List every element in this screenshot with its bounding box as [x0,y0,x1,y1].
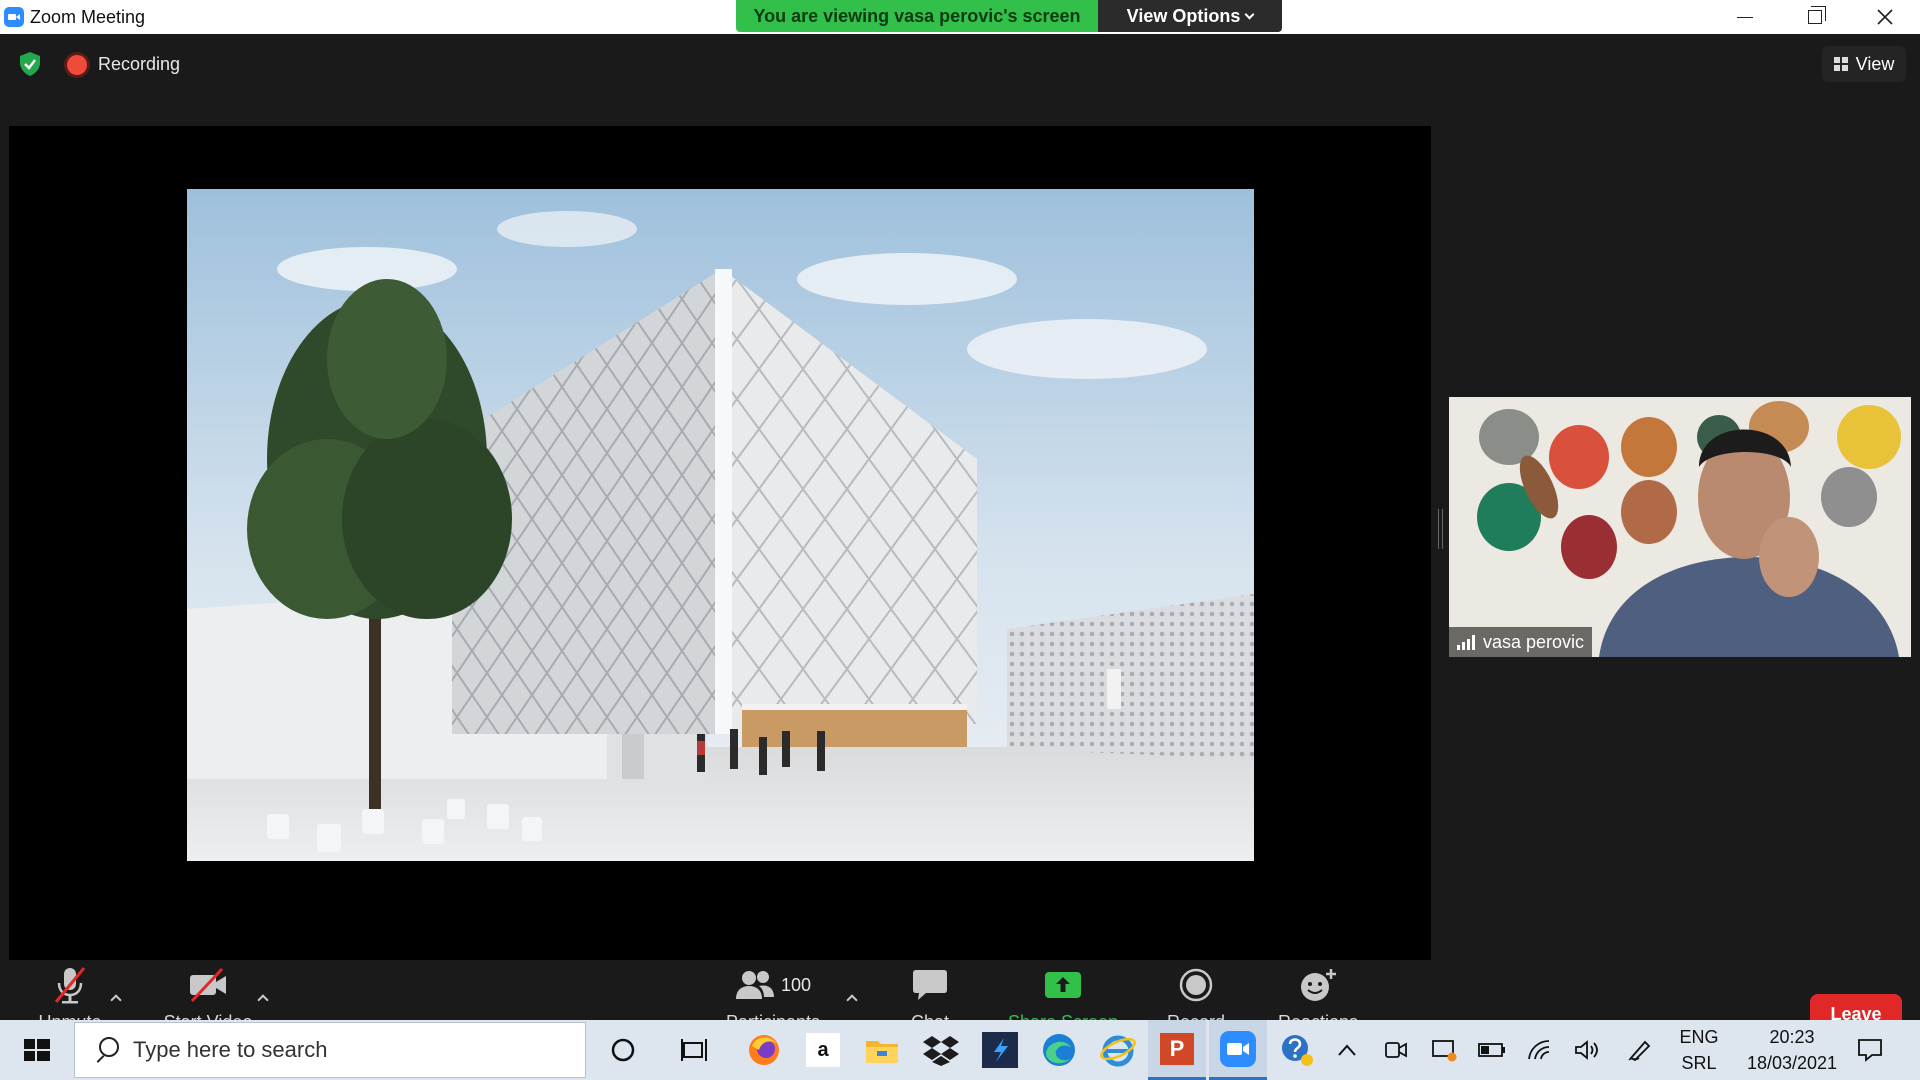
view-label: View [1855,53,1895,74]
battery-button[interactable] [1468,1020,1516,1080]
volume-button[interactable] [1564,1020,1612,1080]
window-title: Zoom Meeting [30,7,146,27]
muted-microphone-icon [54,967,86,1004]
file-explorer-button[interactable] [853,1020,911,1080]
input-language-indicator[interactable]: ENG SRL [1676,1020,1722,1080]
video-options-caret-icon[interactable] [257,994,269,1006]
participants-options-caret-icon[interactable] [846,994,858,1006]
audio-options-caret-icon[interactable] [110,994,122,1006]
signal-strength-icon [1457,634,1475,650]
pen-icon [1628,1040,1651,1062]
windows-start-icon[interactable] [14,1034,60,1066]
minimize-icon [1737,16,1753,18]
search-icon [93,1037,119,1063]
show-hidden-icons-button[interactable] [1322,1020,1372,1080]
close-icon [1877,9,1893,25]
language-code: ENG [1679,1027,1719,1047]
recording-label: Recording [98,54,181,74]
taskbar-clock[interactable]: 20:23 18/03/2021 [1742,1020,1842,1080]
help-button[interactable] [1272,1020,1322,1080]
internet-explorer-icon [1100,1035,1136,1067]
security-shield-icon[interactable] [18,51,42,77]
close-button[interactable] [1850,0,1920,34]
amazon-icon: a [806,1033,840,1067]
restore-button[interactable] [1780,0,1850,34]
help-question-icon [1282,1035,1313,1066]
firefox-icon [749,1035,779,1065]
powerpoint-glyph: P [1169,1035,1185,1061]
battery-icon [1478,1043,1505,1057]
render-illustration [187,189,1254,861]
participants-count: 100 [780,974,812,995]
cortana-icon [611,1038,635,1062]
notifications-button[interactable] [1842,1020,1898,1080]
title-bar: Zoom Meeting You are viewing vasa perovi… [0,0,1920,34]
update-tray-button[interactable] [1420,1020,1468,1080]
participants-icon [735,971,774,999]
app-icon [982,1032,1018,1068]
shared-screen[interactable] [9,126,1431,961]
architectural-render-image [187,189,1254,861]
amazon-glyph: a [817,1038,829,1061]
participant-video-image [1449,397,1911,657]
view-options-button[interactable]: View Options [1098,0,1282,32]
clock-time: 20:23 [1769,1027,1815,1047]
zoom-app-icon [4,7,24,27]
reactions-emoji-icon [1301,969,1336,1001]
view-options-label: View Options [1126,5,1241,26]
task-view-button[interactable] [666,1020,724,1080]
participant-video-tile[interactable]: vasa perovic [1449,397,1911,657]
video-off-icon [190,967,226,1003]
notification-icon [1858,1039,1882,1062]
recording-dot-icon[interactable] [67,55,87,75]
taskbar-search-input[interactable] [133,1037,573,1063]
chevron-up-icon [1338,1044,1356,1056]
edge-icon [1043,1034,1075,1066]
participant-name-tag: vasa perovic [1449,627,1593,657]
network-button[interactable] [1516,1020,1564,1080]
powerpoint-button[interactable]: P [1148,1020,1206,1080]
share-screen-icon [1045,972,1081,998]
dropbox-button[interactable] [912,1020,970,1080]
keyboard-layout: SRL [1681,1053,1717,1073]
internet-explorer-button[interactable] [1089,1020,1147,1080]
camera-tray-icon [1385,1042,1407,1058]
grid-view-icon [1833,57,1848,71]
restore-icon [1808,6,1826,24]
windows-taskbar: a P [0,1020,1920,1080]
meet-now-button[interactable] [1372,1020,1420,1080]
wifi-icon [1528,1040,1550,1060]
clock-date: 18/03/2021 [1746,1053,1838,1073]
cortana-button[interactable] [594,1020,652,1080]
record-icon [1179,968,1213,1002]
minimize-button[interactable] [1710,0,1780,34]
chevron-down-icon [1244,9,1255,19]
meeting-area: Recording View vasa perovic 100 Leave [0,34,1920,1054]
zoom-taskbar-button[interactable] [1209,1020,1267,1080]
powerpoint-icon: P [1160,1032,1194,1065]
task-view-icon [681,1039,707,1061]
participant-name: vasa perovic [1483,631,1585,652]
viewing-screen-banner: You are viewing vasa perovic's screen [736,0,1098,32]
chat-bubble-icon [913,970,947,1000]
app-button[interactable] [971,1020,1029,1080]
firefox-button[interactable] [735,1020,793,1080]
dropbox-icon [923,1036,959,1066]
panel-splitter-handle[interactable] [1438,509,1443,549]
file-explorer-icon [866,1041,898,1063]
zoom-icon [1220,1030,1256,1067]
speaker-icon [1575,1040,1598,1060]
view-layout-button[interactable]: View [1822,46,1906,82]
edge-button[interactable] [1030,1020,1088,1080]
amazon-button[interactable]: a [794,1020,852,1080]
pen-workspace-button[interactable] [1612,1020,1668,1080]
taskbar-search-box[interactable] [74,1022,586,1078]
update-tray-icon [1432,1040,1457,1062]
